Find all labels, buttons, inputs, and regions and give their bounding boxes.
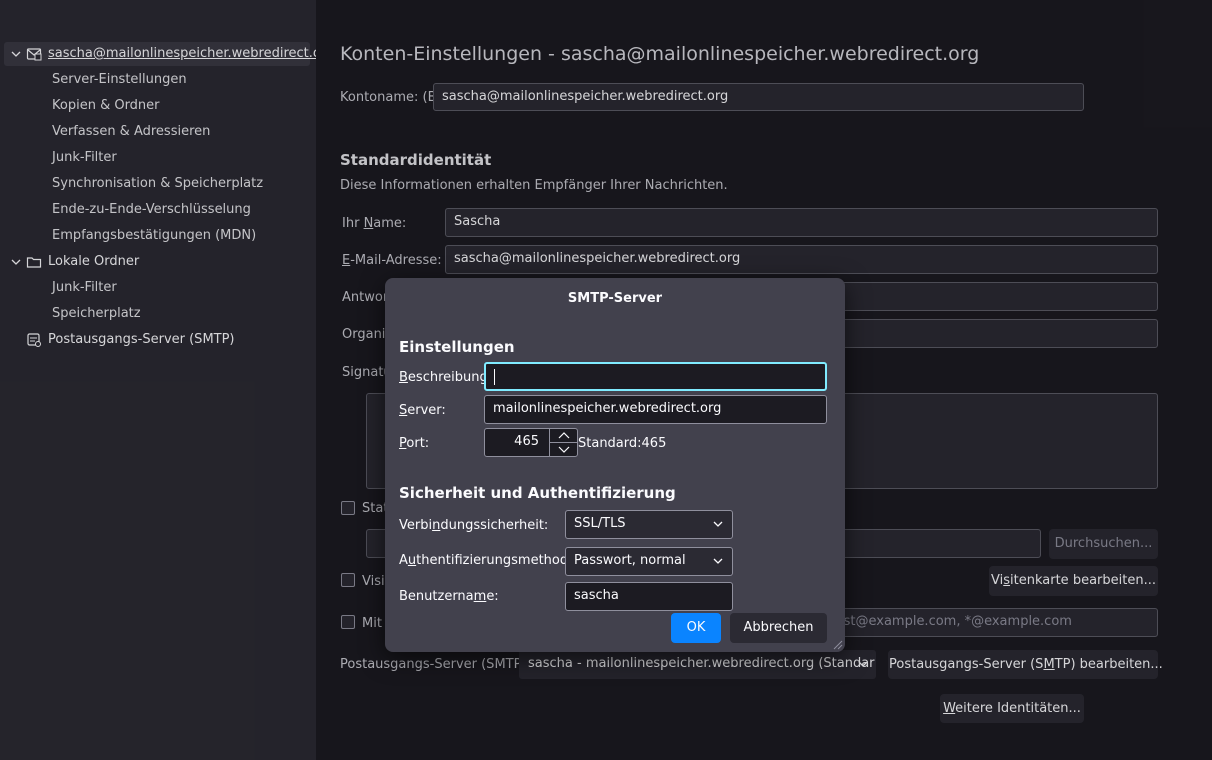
port-default: Standard:465 [578, 436, 667, 451]
text-cursor [494, 368, 495, 385]
username-input[interactable]: sascha [565, 582, 733, 611]
settings-heading: Einstellungen [399, 338, 515, 356]
username-label: Benutzername: [399, 589, 499, 604]
auth-method-value: Passwort, normal [574, 553, 686, 568]
port-stepper[interactable] [549, 429, 578, 456]
connection-security-select[interactable]: SSL/TLS [565, 510, 733, 539]
cancel-button[interactable]: Abbrechen [730, 613, 827, 643]
resize-grip-icon[interactable] [831, 638, 843, 650]
server-input[interactable]: mailonlinespeicher.webredirect.org [484, 395, 827, 424]
description-label: Beschreibung: [399, 370, 493, 385]
security-heading: Sicherheit und Authentifizierung [399, 484, 676, 502]
server-label: Server: [399, 403, 446, 418]
auth-method-label: Authentifizierungsmethode: [399, 553, 581, 568]
smtp-server-dialog: SMTP-Server Einstellungen Beschreibung: … [385, 278, 845, 652]
ok-button[interactable]: OK [671, 613, 721, 643]
dialog-title: SMTP-Server [567, 291, 663, 306]
chevron-down-icon [713, 558, 723, 564]
auth-method-select[interactable]: Passwort, normal [565, 547, 733, 576]
chevron-down-icon[interactable] [550, 443, 578, 456]
chevron-down-icon [713, 521, 723, 527]
chevron-up-icon[interactable] [550, 429, 578, 443]
connection-security-value: SSL/TLS [574, 516, 626, 531]
description-input[interactable] [484, 362, 827, 391]
connection-security-label: Verbindungssicherheit: [399, 518, 549, 533]
port-label: Port: [399, 436, 430, 451]
